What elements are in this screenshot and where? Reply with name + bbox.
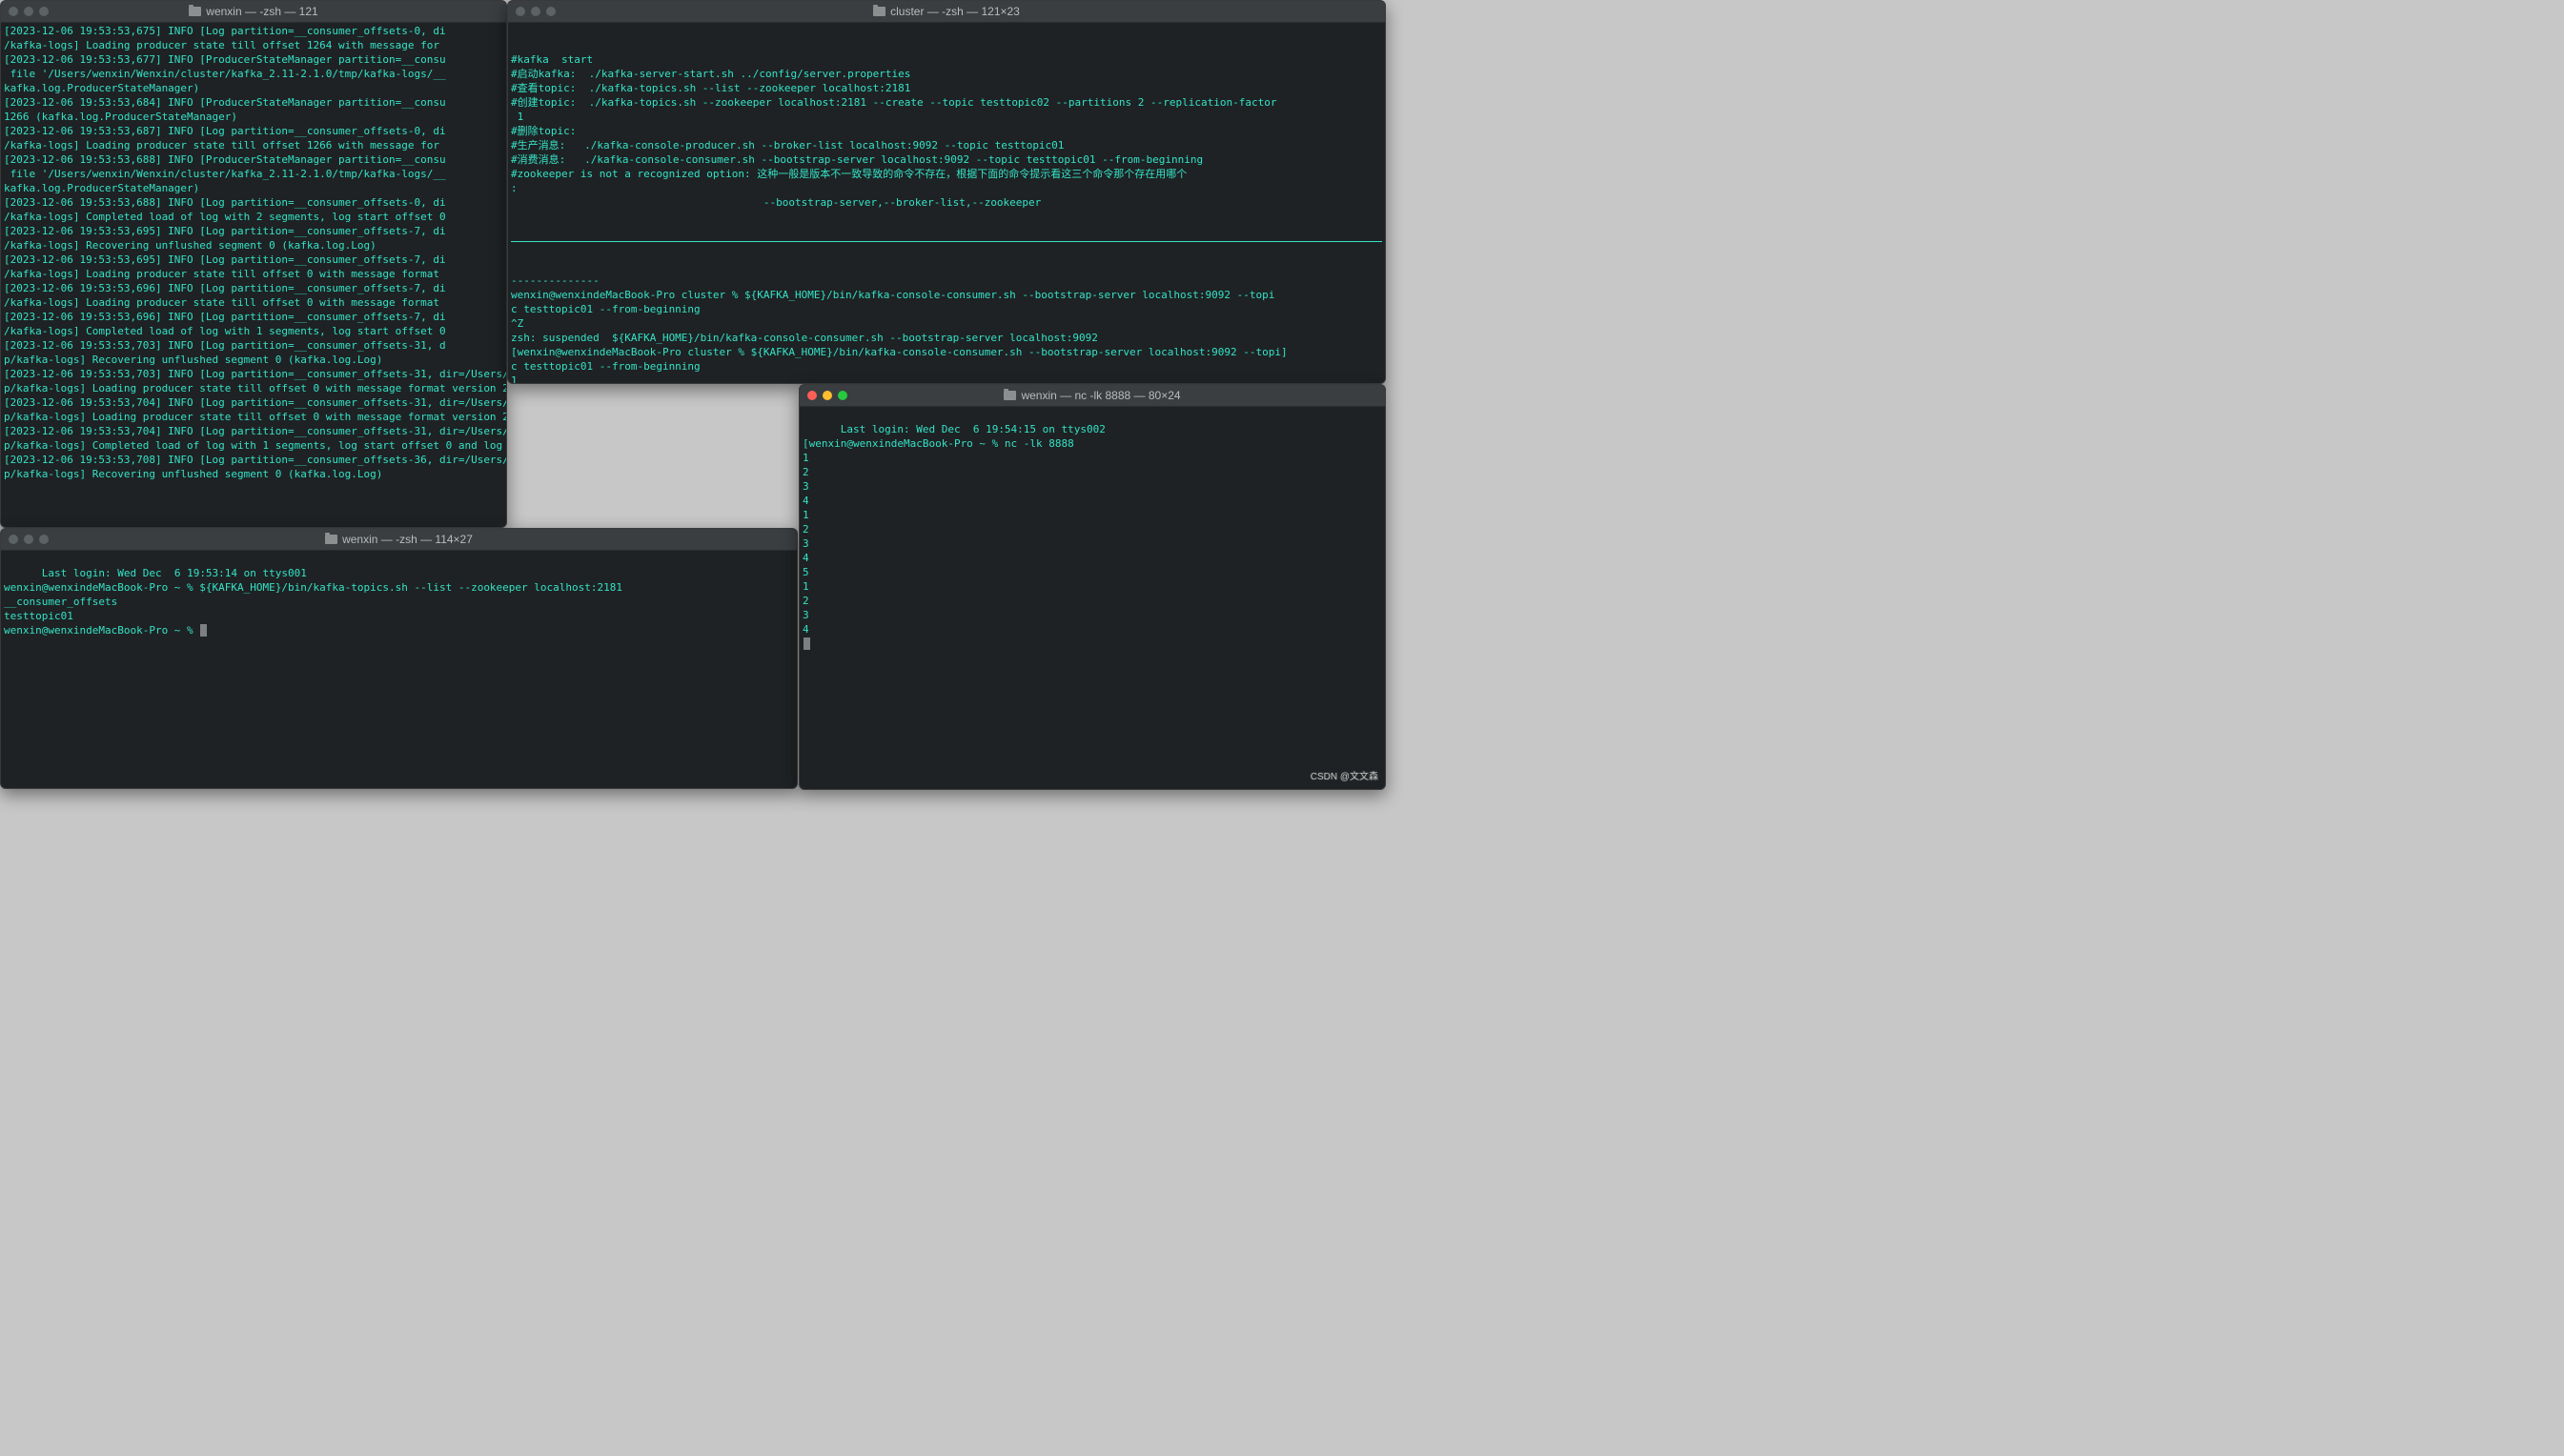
cursor	[804, 637, 810, 650]
traffic-lights[interactable]	[807, 391, 847, 400]
terminal-netcat[interactable]: wenxin — nc -lk 8888 — 80×24 Last login:…	[799, 384, 1386, 790]
close-icon[interactable]	[516, 7, 525, 16]
watermark: CSDN @文文森	[1311, 770, 1378, 784]
close-icon[interactable]	[807, 391, 817, 400]
minimize-icon[interactable]	[823, 391, 832, 400]
window-title: wenxin — nc -lk 8888 — 80×24	[1021, 389, 1180, 403]
folder-icon	[873, 7, 885, 16]
traffic-lights[interactable]	[9, 535, 49, 544]
titlebar[interactable]: wenxin — nc -lk 8888 — 80×24	[800, 385, 1385, 407]
terminal-body[interactable]: [2023-12-06 19:53:53,675] INFO [Log part…	[1, 23, 506, 484]
folder-icon	[189, 7, 201, 16]
close-icon[interactable]	[9, 535, 18, 544]
zoom-icon[interactable]	[39, 535, 49, 544]
titlebar[interactable]: wenxin — -zsh — 121	[1, 1, 506, 23]
window-title: wenxin — -zsh — 121	[206, 5, 317, 19]
close-icon[interactable]	[9, 7, 18, 16]
terminal-body[interactable]: Last login: Wed Dec 6 19:53:14 on ttys00…	[1, 551, 797, 655]
terminal-topics[interactable]: wenxin — -zsh — 114×27 Last login: Wed D…	[0, 528, 798, 789]
titlebar[interactable]: cluster — -zsh — 121×23	[508, 1, 1385, 23]
folder-icon	[1004, 391, 1016, 400]
minimize-icon[interactable]	[531, 7, 540, 16]
traffic-lights[interactable]	[516, 7, 556, 16]
terminal-body[interactable]: #kafka start #启动kafka: ./kafka-server-st…	[508, 23, 1385, 384]
window-title: cluster — -zsh — 121×23	[890, 5, 1020, 19]
cursor	[200, 624, 207, 637]
terminal-kafka-log[interactable]: wenxin — -zsh — 121 [2023-12-06 19:53:53…	[0, 0, 507, 528]
minimize-icon[interactable]	[24, 7, 33, 16]
minimize-icon[interactable]	[24, 535, 33, 544]
zoom-icon[interactable]	[838, 391, 847, 400]
folder-icon	[325, 535, 337, 544]
zoom-icon[interactable]	[546, 7, 556, 16]
traffic-lights[interactable]	[9, 7, 49, 16]
window-title: wenxin — -zsh — 114×27	[342, 533, 473, 547]
zoom-icon[interactable]	[39, 7, 49, 16]
separator-line	[511, 240, 1382, 242]
titlebar[interactable]: wenxin — -zsh — 114×27	[1, 529, 797, 551]
terminal-body[interactable]: Last login: Wed Dec 6 19:54:15 on ttys00…	[800, 407, 1385, 668]
terminal-cluster[interactable]: cluster — -zsh — 121×23 #kafka start #启动…	[507, 0, 1386, 384]
